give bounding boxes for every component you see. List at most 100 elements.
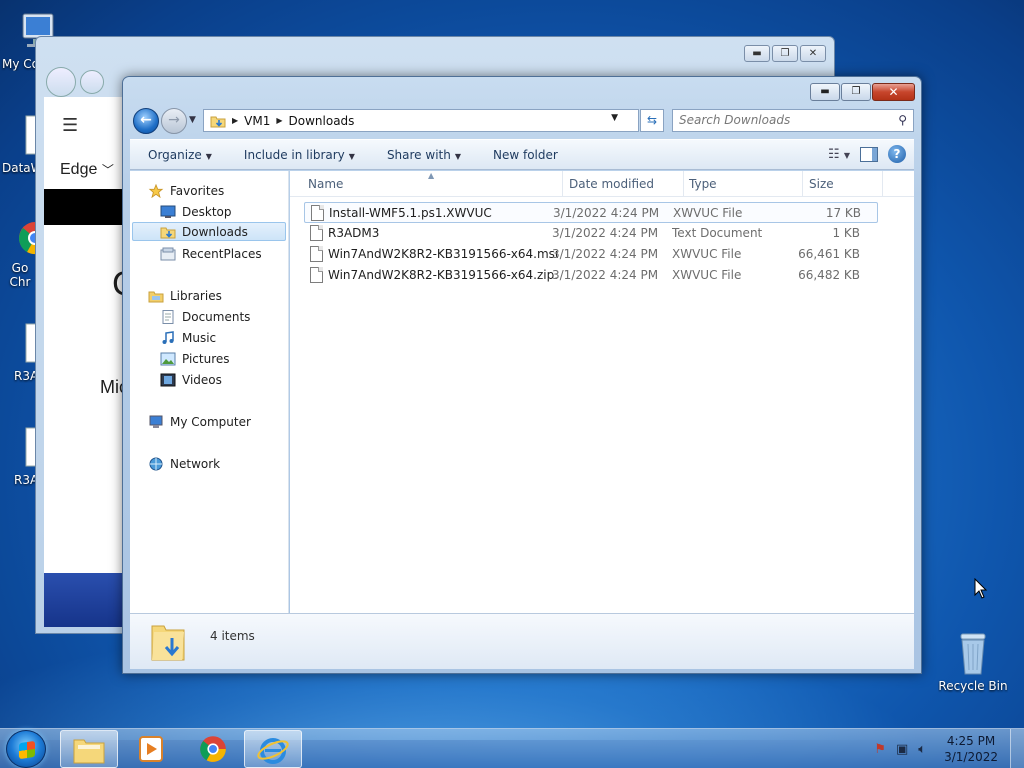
- hamburger-menu-icon[interactable]: ☰: [62, 115, 78, 136]
- navigation-pane: Favorites Desktop Downloads RecentPlaces…: [130, 171, 289, 613]
- nav-my-computer[interactable]: My Computer: [148, 412, 251, 431]
- taskbar-explorer[interactable]: [60, 730, 118, 768]
- column-header-row: ▲ Name Date modified Type Size: [290, 171, 914, 197]
- help-icon[interactable]: ?: [888, 145, 906, 163]
- file-name: Install-WMF5.1.ps1.XWVUC: [329, 206, 492, 220]
- forward-button[interactable]: →: [161, 108, 187, 134]
- nav-libraries[interactable]: Libraries: [148, 286, 222, 305]
- maximize-button[interactable]: ❐: [841, 83, 871, 101]
- column-name[interactable]: Name: [308, 177, 343, 191]
- text-file-icon: [310, 225, 323, 241]
- address-dropdown-icon[interactable]: ▼: [611, 113, 618, 123]
- start-button[interactable]: [6, 730, 46, 768]
- column-divider[interactable]: [562, 171, 563, 197]
- file-icon: [310, 246, 323, 262]
- action-center-flag-icon[interactable]: ⚑: [874, 742, 886, 757]
- column-size[interactable]: Size: [809, 177, 834, 191]
- file-name: R3ADM3: [328, 226, 380, 240]
- chevron-down-icon: ﹀: [101, 163, 114, 177]
- star-icon: [148, 183, 164, 198]
- clock-date: 3/1/2022: [944, 750, 998, 764]
- desktop-icon: [160, 205, 176, 218]
- minimize-button[interactable]: ▬: [810, 83, 840, 101]
- address-bar[interactable]: ▶ VM1 ▶ Downloads ▼: [203, 109, 639, 132]
- close-icon[interactable]: ✕: [800, 45, 826, 62]
- search-icon[interactable]: ⚲: [898, 113, 907, 127]
- nav-documents[interactable]: Documents: [160, 307, 250, 326]
- nav-recent-places[interactable]: RecentPlaces: [160, 244, 262, 263]
- file-row[interactable]: R3ADM3 3/1/2022 4:24 PM Text Document 1 …: [304, 223, 878, 244]
- nav-videos[interactable]: Videos: [160, 370, 222, 389]
- back-button[interactable]: ←: [133, 108, 159, 134]
- breadcrumb-separator-icon[interactable]: ▶: [232, 116, 238, 125]
- desktop-icon-recycle-bin[interactable]: Recycle Bin: [938, 630, 1008, 693]
- column-divider[interactable]: [802, 171, 803, 197]
- change-view-icon[interactable]: ☷ ▼: [828, 147, 850, 162]
- nav-favorites[interactable]: Favorites: [148, 181, 224, 200]
- breadcrumb-downloads[interactable]: Downloads: [289, 114, 355, 128]
- file-row[interactable]: Win7AndW2K8R2-KB3191566-x64.zip.XW... 3/…: [304, 265, 878, 286]
- nav-desktop[interactable]: Desktop: [160, 202, 232, 221]
- browser-back-icon[interactable]: [46, 67, 76, 97]
- refresh-button[interactable]: ⇆: [640, 109, 664, 132]
- background-window-controls: ▬ ❐ ✕: [744, 45, 826, 62]
- close-button[interactable]: ✕: [872, 83, 915, 101]
- chevron-down-icon: ▼: [348, 151, 355, 161]
- network-status-icon[interactable]: ▣: [896, 742, 908, 757]
- file-size: 1 KB: [832, 226, 860, 240]
- taskbar: ⚑ ▣ 🔈︎ 4:25 PM 3/1/2022: [0, 728, 1024, 768]
- clock-time: 4:25 PM: [946, 734, 996, 748]
- minimize-icon[interactable]: ▬: [744, 45, 770, 62]
- column-date-modified[interactable]: Date modified: [569, 177, 654, 191]
- file-size: 17 KB: [825, 206, 861, 220]
- file-icon: [311, 205, 324, 221]
- file-date: 3/1/2022 4:24 PM: [552, 268, 659, 282]
- computer-icon: [149, 415, 163, 428]
- nav-network[interactable]: Network: [148, 454, 220, 473]
- include-in-library-button[interactable]: Include in library ▼: [226, 148, 369, 162]
- desktop-icon-label: Go Chr: [9, 261, 31, 289]
- chevron-down-icon: ▼: [205, 151, 212, 161]
- file-row[interactable]: Install-WMF5.1.ps1.XWVUC 3/1/2022 4:24 P…: [304, 202, 878, 223]
- nav-downloads[interactable]: Downloads: [132, 222, 286, 241]
- file-type: XWVUC File: [672, 247, 742, 261]
- edge-label: Edge ﹀: [60, 161, 114, 178]
- recent-pages-icon[interactable]: ▼: [189, 115, 196, 125]
- pictures-icon: [160, 352, 176, 365]
- nav-music[interactable]: Music: [160, 328, 216, 347]
- file-name: Win7AndW2K8R2-KB3191566-x64.zip.XW...: [328, 268, 558, 282]
- show-desktop-button[interactable]: [1010, 729, 1024, 768]
- file-size: 66,461 KB: [798, 247, 860, 261]
- share-with-button[interactable]: Share with ▼: [369, 148, 475, 162]
- column-divider[interactable]: [882, 171, 883, 197]
- taskbar-media-player[interactable]: [122, 730, 180, 768]
- breadcrumb-separator-icon[interactable]: ▶: [276, 116, 282, 125]
- taskbar-chrome[interactable]: [184, 730, 242, 768]
- column-divider[interactable]: [683, 171, 684, 197]
- search-input[interactable]: Search Downloads ⚲: [672, 109, 914, 132]
- taskbar-internet-explorer[interactable]: [244, 730, 302, 768]
- breadcrumb-vm1[interactable]: VM1: [244, 114, 270, 128]
- new-folder-button[interactable]: New folder: [475, 148, 572, 162]
- explorer-window[interactable]: ▬ ❐ ✕ ← → ▼ ▶ VM1 ▶ Downloads ▼ ⇆ Search…: [122, 76, 922, 674]
- media-player-icon: [139, 736, 163, 762]
- downloads-folder-icon: [151, 625, 185, 661]
- organize-button[interactable]: Organize ▼: [130, 148, 226, 162]
- internet-explorer-icon: [257, 738, 289, 764]
- volume-icon[interactable]: 🔈︎: [918, 742, 926, 757]
- file-icon: [310, 267, 323, 283]
- item-count: 4 items: [210, 629, 255, 643]
- clock[interactable]: 4:25 PM 3/1/2022: [944, 733, 998, 765]
- column-type[interactable]: Type: [689, 177, 717, 191]
- preview-pane-icon[interactable]: [860, 146, 878, 162]
- details-pane: 4 items: [130, 613, 914, 669]
- file-date: 3/1/2022 4:24 PM: [553, 206, 660, 220]
- restore-icon[interactable]: ❐: [772, 45, 798, 62]
- browser-forward-icon[interactable]: [80, 70, 104, 94]
- nav-pictures[interactable]: Pictures: [160, 349, 230, 368]
- system-tray: ⚑ ▣ 🔈︎ 4:25 PM 3/1/2022: [874, 729, 1024, 768]
- command-bar: Organize ▼ Include in library ▼ Share with…: [130, 139, 914, 170]
- chrome-icon: [200, 736, 226, 762]
- file-row[interactable]: Win7AndW2K8R2-KB3191566-x64.msu.X... 3/1…: [304, 244, 878, 265]
- documents-icon: [162, 309, 174, 324]
